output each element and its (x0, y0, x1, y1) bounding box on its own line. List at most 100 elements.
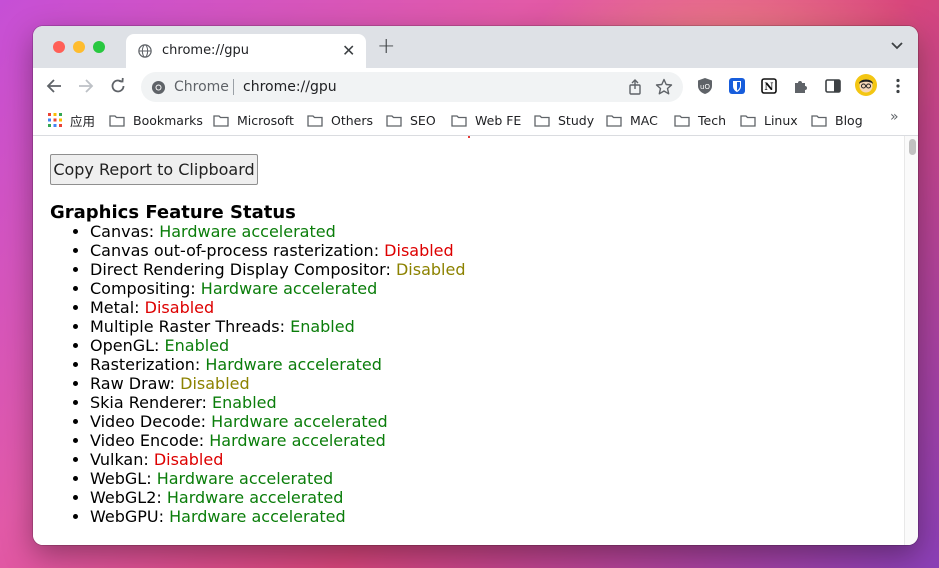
feature-name: Multiple Raster Threads (90, 317, 280, 336)
feature-name: Skia Renderer (90, 393, 202, 412)
bookmark-folder-mac[interactable]: MAC (606, 110, 658, 130)
bookmark-folder-linux[interactable]: Linux (740, 110, 798, 130)
feature-status-item: Canvas out-of-process rasterization: Dis… (90, 241, 465, 260)
feature-separator: : (158, 507, 170, 526)
svg-text:uO: uO (700, 83, 710, 91)
puzzle-extensions-icon[interactable] (792, 77, 810, 95)
feature-separator: : (169, 374, 181, 393)
feature-name: Direct Rendering Display Compositor (90, 260, 386, 279)
feature-separator: : (373, 241, 385, 260)
feature-name: WebGL2 (90, 488, 157, 507)
reload-icon[interactable] (109, 77, 127, 95)
feature-separator: : (146, 469, 157, 488)
scrollbar-thumb[interactable] (909, 139, 916, 155)
folder-icon (386, 114, 402, 127)
feature-separator: : (143, 450, 154, 469)
feature-status-item: WebGPU: Hardware accelerated (90, 507, 465, 526)
feature-status-item: WebGL2: Hardware accelerated (90, 488, 465, 507)
feature-status-value: Hardware accelerated (211, 412, 388, 431)
tab-gpu[interactable]: chrome://gpu ✕ (126, 34, 366, 68)
feature-name: Rasterization (90, 355, 195, 374)
bookmark-folder-seo[interactable]: SEO (386, 110, 436, 130)
feature-status-item: OpenGL: Enabled (90, 336, 465, 355)
minimize-window-button[interactable] (73, 41, 85, 53)
feature-status-item: Raw Draw: Disabled (90, 374, 465, 393)
chevron-down-icon[interactable] (890, 38, 904, 52)
bitwarden-icon[interactable] (728, 77, 746, 95)
feature-status-value: Hardware accelerated (166, 488, 344, 507)
bookmark-folder-tech[interactable]: Tech (674, 110, 726, 130)
feature-name: Compositing (90, 279, 191, 298)
feature-status-list: Canvas: Hardware acceleratedCanvas out-o… (50, 222, 465, 526)
feature-status-item: Canvas: Hardware accelerated (90, 222, 465, 241)
forward-arrow-icon[interactable] (77, 77, 95, 95)
bookmark-folder-others[interactable]: Others (307, 110, 373, 130)
share-icon[interactable] (627, 79, 643, 95)
bookmarks-overflow-button[interactable]: » (890, 109, 899, 125)
feature-name: OpenGL (90, 336, 155, 355)
bookmark-label: SEO (410, 112, 436, 128)
feature-name: Vulkan (90, 450, 144, 469)
folder-icon (307, 114, 323, 127)
copy-report-button[interactable]: Copy Report to Clipboard (50, 154, 258, 185)
feature-separator: : (156, 488, 167, 507)
folder-icon (213, 114, 229, 127)
feature-name: Raw Draw (90, 374, 170, 393)
feature-status-item: Direct Rendering Display Compositor: Dis… (90, 260, 465, 279)
feature-separator: : (198, 431, 210, 450)
feature-status-item: Rasterization: Hardware accelerated (90, 355, 465, 374)
vertical-scrollbar[interactable] (904, 136, 918, 545)
close-window-button[interactable] (53, 41, 65, 53)
bookmark-label: MAC (630, 112, 658, 128)
chrome-icon (151, 80, 166, 95)
feature-status-value: Hardware accelerated (169, 507, 346, 526)
omnibox-url[interactable]: chrome://gpu (243, 79, 337, 95)
zoom-window-button[interactable] (93, 41, 105, 53)
side-panel-icon[interactable] (824, 77, 842, 95)
ublock-origin-icon[interactable]: uO (696, 77, 714, 95)
feature-separator: : (385, 260, 396, 279)
browser-window: chrome://gpu ✕ + Chrome chrome://gpu uO … (33, 26, 918, 545)
feature-status-value: Disabled (384, 241, 454, 260)
profile-avatar[interactable] (855, 74, 877, 96)
folder-icon (740, 114, 756, 127)
bookmark-label: Tech (698, 112, 726, 128)
folder-icon (606, 114, 622, 127)
feature-separator: : (279, 317, 291, 336)
feature-status-value: Disabled (180, 374, 250, 393)
scrolled-content-fragment (468, 136, 470, 138)
feature-name: Metal (90, 298, 135, 317)
folder-icon (109, 114, 125, 127)
feature-status-item: Metal: Disabled (90, 298, 465, 317)
omnibox[interactable]: Chrome chrome://gpu (141, 72, 683, 102)
feature-status-item: WebGL: Hardware accelerated (90, 469, 465, 488)
feature-status-value: Enabled (212, 393, 277, 412)
notion-icon[interactable]: N (760, 77, 778, 95)
feature-status-item: Video Decode: Hardware accelerated (90, 412, 465, 431)
star-icon[interactable] (655, 78, 673, 96)
bookmark-label: Bookmarks (133, 112, 203, 128)
feature-status-value: Hardware accelerated (156, 469, 334, 488)
feature-status-item: Video Encode: Hardware accelerated (90, 431, 465, 450)
bookmark-folder-web-fe[interactable]: Web FE (451, 110, 521, 130)
feature-status-value: Enabled (164, 336, 230, 355)
bookmark-folder-study[interactable]: Study (534, 110, 594, 130)
tab-close-icon[interactable]: ✕ (342, 41, 355, 60)
new-tab-button[interactable]: + (377, 34, 395, 59)
more-menu-icon[interactable] (889, 77, 907, 95)
bookmark-folder-blog[interactable]: Blog (811, 110, 863, 130)
feature-separator: : (194, 355, 206, 374)
feature-status-item: Vulkan: Disabled (90, 450, 465, 469)
feature-status-item: Skia Renderer: Enabled (90, 393, 465, 412)
bookmark-folder-bookmarks[interactable]: Bookmarks (109, 110, 203, 130)
folder-icon (534, 114, 550, 127)
bookmark-folder-microsoft[interactable]: Microsoft (213, 110, 294, 130)
bookmarks-bar: 应用 Bookmarks Microsoft Others SEO Web FE… (33, 106, 918, 136)
page-content: Copy Report to Clipboard Graphics Featur… (33, 136, 904, 545)
bookmark-label: Blog (835, 112, 863, 128)
feature-status-value: Hardware accelerated (209, 431, 386, 450)
bookmark-apps[interactable]: 应用 (48, 110, 95, 130)
back-arrow-icon[interactable] (45, 77, 63, 95)
feature-separator: : (190, 279, 201, 298)
feature-status-value: Hardware accelerated (205, 355, 382, 374)
